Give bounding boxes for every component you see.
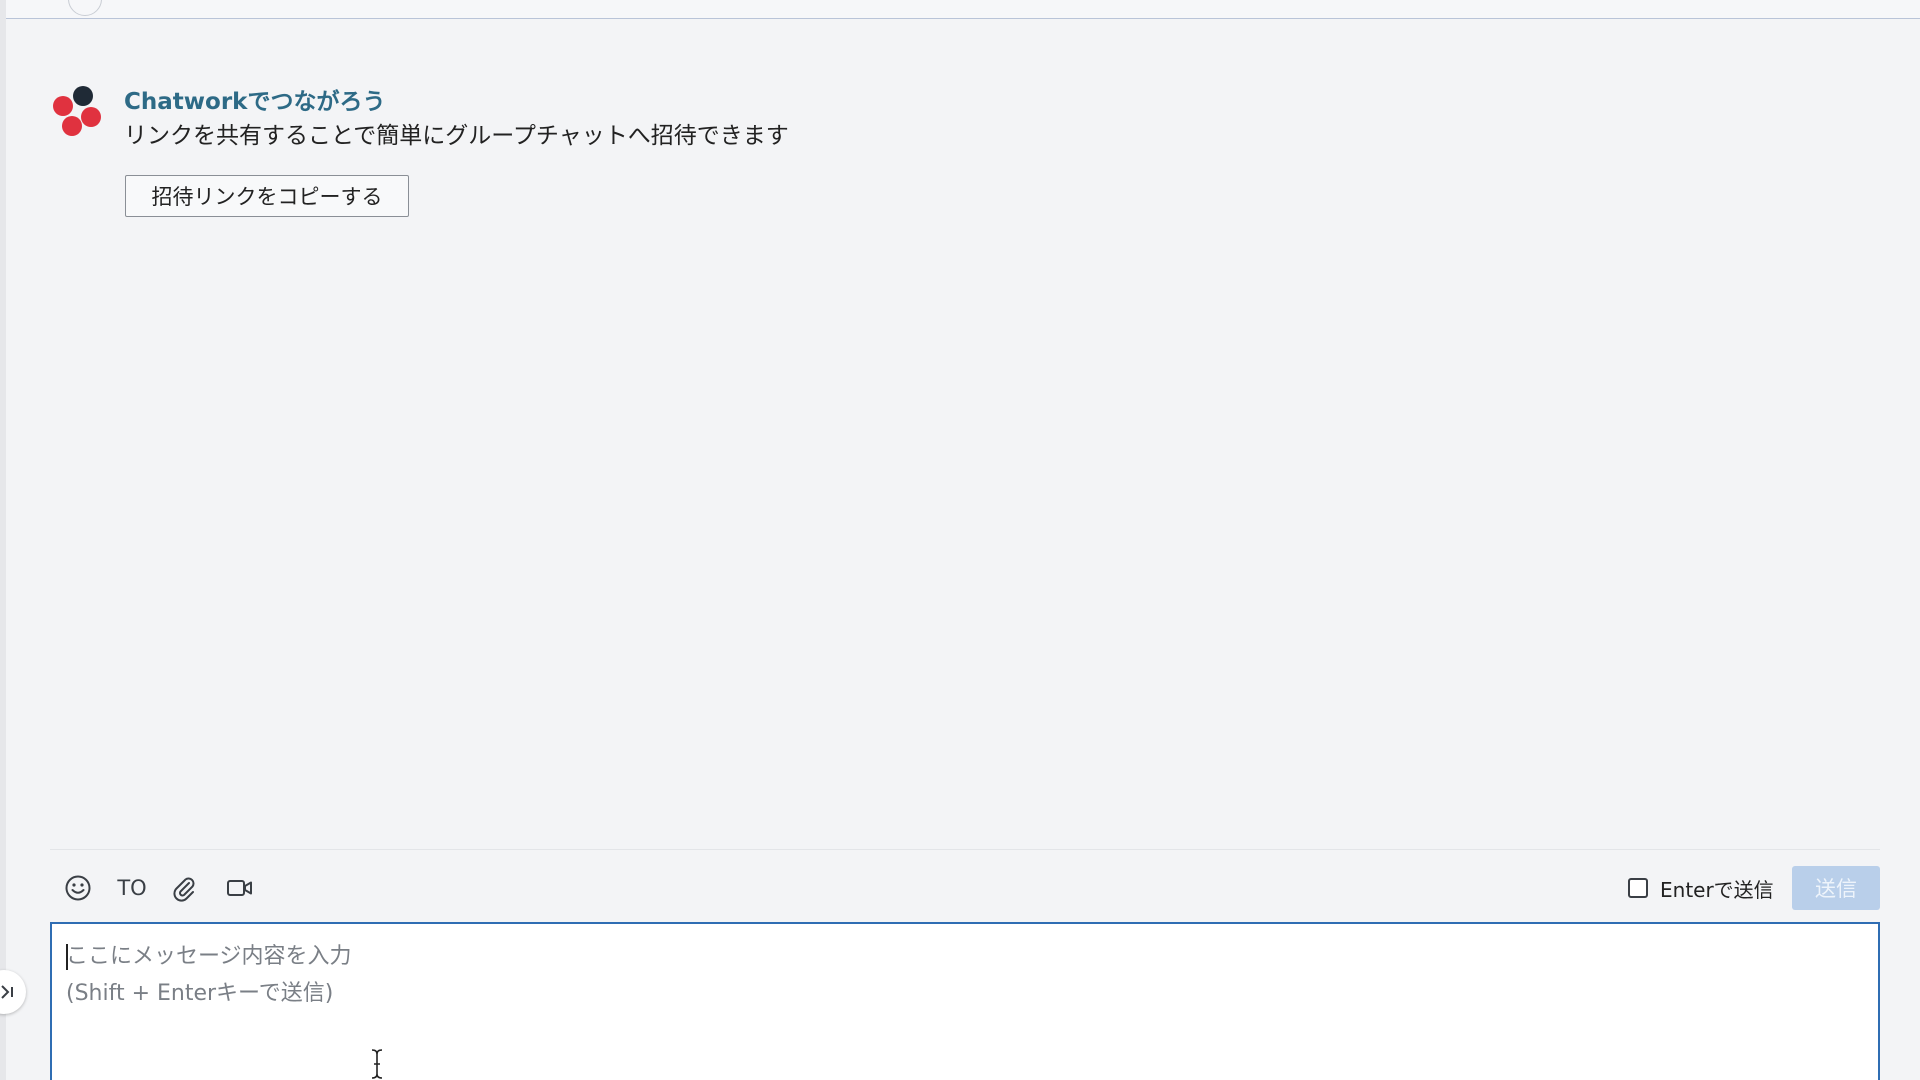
emoji-button[interactable]: [60, 866, 96, 910]
to-button[interactable]: TO: [112, 866, 152, 910]
composer-divider: [50, 849, 1880, 850]
smiley-icon: [65, 875, 91, 901]
chat-room-view: Chatworkでつながろう リンクを共有することで簡単にグループチャットへ招待…: [0, 0, 1920, 1080]
text-caret: [66, 944, 68, 970]
welcome-description: リンクを共有することで簡単にグループチャットへ招待できます: [124, 123, 789, 149]
room-header: [6, 0, 1920, 19]
video-call-button[interactable]: [220, 866, 260, 910]
enter-to-send-toggle[interactable]: Enterで送信: [1628, 866, 1774, 910]
attach-file-button[interactable]: [166, 866, 202, 910]
ibeam-cursor-icon: [371, 1049, 383, 1079]
welcome-title: Chatworkでつながろう: [124, 89, 386, 115]
copy-invite-link-button[interactable]: 招待リンクをコピーする: [125, 175, 409, 217]
message-placeholder: ここにメッセージ内容を入力 (Shift + Enterキーで送信): [66, 944, 352, 1006]
paperclip-icon: [173, 877, 195, 902]
sidebar-expand-button[interactable]: [0, 970, 26, 1014]
enter-to-send-checkbox[interactable]: [1628, 878, 1648, 898]
video-call-icon: [227, 880, 252, 896]
enter-to-send-label: Enterで送信: [1660, 877, 1774, 902]
left-edge: [0, 0, 6, 1080]
avatar[interactable]: [68, 0, 102, 16]
chatwork-logo-icon: [53, 86, 101, 136]
chevron-right-icon: [1, 985, 13, 999]
composer-toolbar: TO Enterで送信 送信: [50, 866, 1880, 910]
message-input[interactable]: ここにメッセージ内容を入力 (Shift + Enterキーで送信): [50, 922, 1880, 1080]
send-button[interactable]: 送信: [1792, 866, 1880, 910]
